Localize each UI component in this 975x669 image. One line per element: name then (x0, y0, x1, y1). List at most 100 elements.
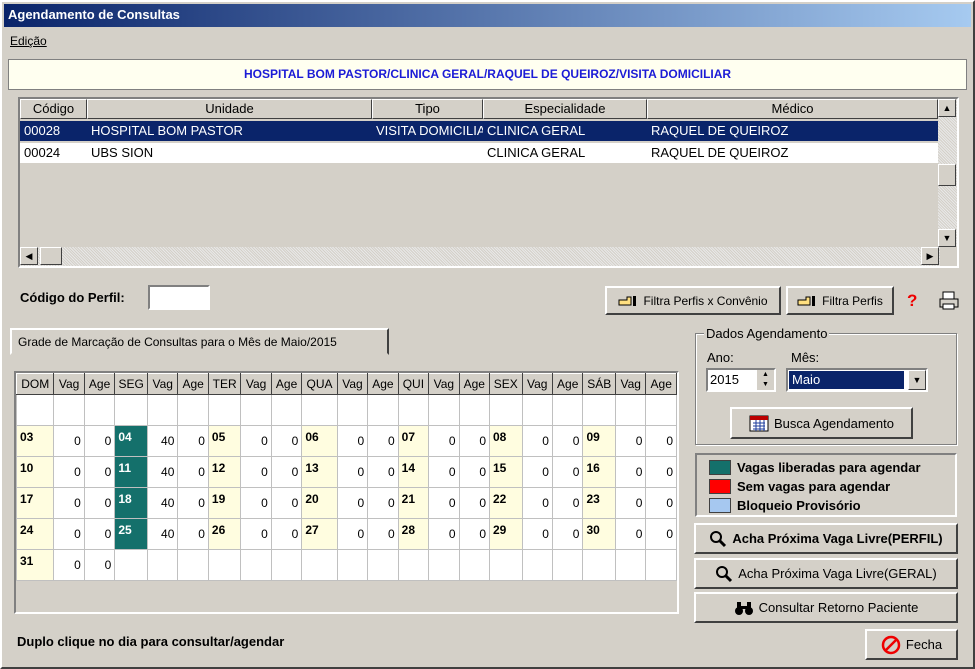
calendar-count-cell: 0 (240, 456, 272, 488)
calendar-empty-cell (336, 394, 369, 426)
calendar-day-cell[interactable]: 24 (16, 518, 55, 550)
calendar-day-cell[interactable]: 17 (16, 487, 55, 519)
calendar-day-cell[interactable]: 03 (16, 425, 55, 457)
table-row[interactable]: 00024 UBS SION CLINICA GERAL RAQUEL DE Q… (20, 143, 938, 163)
calendar-day-cell[interactable]: 30 (582, 518, 616, 550)
acha-perfil-label: Acha Próxima Vaga Livre(PERFIL) (732, 531, 943, 546)
col-codigo[interactable]: Código (20, 99, 87, 119)
horizontal-scrollbar[interactable]: ◀ ▶ (20, 247, 940, 266)
hscroll-thumb[interactable] (40, 247, 62, 265)
consultar-retorno-button[interactable]: Consultar Retorno Paciente (694, 592, 958, 623)
calendar-day-cell[interactable]: 22 (489, 487, 523, 519)
calendar-empty-cell (551, 549, 584, 581)
calendar-count-cell: 0 (83, 518, 116, 550)
dados-title: Dados Agendamento (704, 326, 830, 341)
calendar-header-cell: Vag (240, 373, 272, 395)
calendar-day-cell[interactable]: 29 (489, 518, 523, 550)
cell-codigo: 00024 (24, 145, 61, 160)
col-tipo[interactable]: Tipo (372, 99, 483, 119)
fecha-label: Fecha (905, 637, 943, 652)
calendar-day-cell[interactable]: 16 (582, 456, 616, 488)
calendar-header-cell: QUA (301, 373, 338, 395)
cell-codigo: 00028 (24, 123, 61, 138)
mes-value: Maio (789, 371, 904, 389)
calendar-day-cell[interactable]: 18 (114, 487, 149, 519)
col-medico[interactable]: Médico (647, 99, 938, 119)
chevron-down-icon[interactable]: ▼ (908, 370, 926, 390)
table-row[interactable]: 00028 HOSPITAL BOM PASTOR VISITA DOMICIL… (20, 121, 938, 141)
profiles-grid[interactable]: Código Unidade Tipo Especialidade Médico… (18, 97, 959, 268)
filtra-perfis-button[interactable]: Filtra Perfis (786, 286, 894, 315)
calendar-empty-cell (428, 394, 460, 426)
calendar-day-cell[interactable]: 08 (489, 425, 523, 457)
calendar-grid[interactable]: DOM Vag Age SEG Vag Age TER Vag Age QUA Vag Age QUI V… (14, 371, 679, 614)
calendar-count-cell: 0 (83, 549, 116, 581)
cell-especialidade: CLINICA GERAL (487, 123, 586, 138)
busca-label: Busca Agendamento (774, 415, 894, 431)
calendar-day-cell[interactable]: 20 (301, 487, 338, 519)
calendar-day-cell[interactable]: 28 (397, 518, 430, 550)
calendar-day-cell[interactable]: 05 (207, 425, 242, 457)
calendar-empty-cell (582, 394, 616, 426)
spinner-arrows-icon[interactable]: ▲ ▼ (757, 370, 774, 390)
fecha-button[interactable]: Fecha (865, 629, 958, 660)
calendar-day-cell[interactable]: 26 (207, 518, 242, 550)
help-icon[interactable]: ? (907, 291, 917, 311)
scroll-down-icon[interactable]: ▼ (938, 229, 956, 247)
calendar-day-cell[interactable]: 10 (16, 456, 55, 488)
calendar-day-cell[interactable]: 11 (114, 456, 149, 488)
calendar-day-cell[interactable]: 27 (301, 518, 338, 550)
calendar-day-cell[interactable]: 13 (301, 456, 338, 488)
filtra-convenio-button[interactable]: Filtra Perfis x Convênio (605, 286, 781, 315)
calendar-day-cell[interactable]: 04 (114, 425, 149, 457)
calendar-count-cell: 0 (367, 518, 399, 550)
calendar-empty-cell (177, 549, 209, 581)
legend-swatch (709, 498, 731, 513)
profile-code-input[interactable] (148, 285, 210, 310)
calendar-day-cell[interactable]: 07 (397, 425, 430, 457)
printer-icon[interactable] (938, 291, 960, 311)
calendar-day-cell[interactable]: 25 (114, 518, 149, 550)
calendar-day-cell[interactable]: 23 (582, 487, 616, 519)
tab-grade-marcacao[interactable]: Grade de Marcação de Consultas para o Mê… (10, 328, 389, 355)
scroll-left-icon[interactable]: ◀ (20, 247, 38, 265)
calendar-empty-cell (614, 394, 647, 426)
cell-tipo: VISITA DOMICILIAR (376, 123, 483, 138)
main-window: Agendamento de Consultas Edição HOSPITAL… (0, 0, 975, 669)
acha-vaga-perfil-button[interactable]: Acha Próxima Vaga Livre(PERFIL) (694, 523, 958, 554)
pointing-hand-icon (797, 295, 816, 306)
calendar-day-cell[interactable]: 21 (397, 487, 430, 519)
scroll-up-icon[interactable]: ▲ (938, 99, 956, 117)
calendar-count-cell: 0 (53, 456, 85, 488)
calendar-count-cell: 0 (83, 425, 116, 457)
calendar-day-cell[interactable]: 12 (207, 456, 242, 488)
calendar-count-cell: 0 (521, 518, 553, 550)
scroll-right-icon[interactable]: ▶ (921, 247, 939, 265)
col-especialidade[interactable]: Especialidade (483, 99, 647, 119)
acha-vaga-geral-button[interactable]: Acha Próxima Vaga Livre(GERAL) (694, 558, 958, 589)
scroll-thumb[interactable] (938, 164, 956, 186)
calendar-day-cell[interactable]: 06 (301, 425, 338, 457)
col-unidade[interactable]: Unidade (87, 99, 372, 119)
calendar-count-cell: 0 (521, 487, 553, 519)
calendar-day-cell[interactable]: 31 (16, 549, 55, 581)
calendar-empty-cell (614, 549, 647, 581)
calendar-count-cell: 0 (177, 487, 209, 519)
vertical-scrollbar[interactable]: ▲ ▼ (938, 99, 957, 247)
calendar-count-cell: 0 (645, 487, 677, 519)
busca-agendamento-button[interactable]: Busca Agendamento (730, 407, 913, 439)
calendar-count-cell: 0 (428, 518, 460, 550)
filtra-perfis-label: Filtra Perfis (822, 293, 883, 308)
menu-edicao[interactable]: Edição (10, 34, 47, 48)
calendar-header-cell: Vag (147, 373, 179, 395)
calendar-day-cell[interactable]: 19 (207, 487, 242, 519)
calendar-empty-cell (397, 394, 430, 426)
calendar-day-cell[interactable]: 09 (582, 425, 616, 457)
calendar-day-cell[interactable]: 14 (397, 456, 430, 488)
ano-spinner[interactable]: 2015 ▲ ▼ (706, 368, 776, 392)
status-text: Duplo clique no dia para consultar/agend… (17, 634, 285, 649)
mes-select[interactable]: Maio ▼ (786, 368, 928, 392)
calendar-count-cell: 0 (614, 456, 647, 488)
calendar-day-cell[interactable]: 15 (489, 456, 523, 488)
calendar-empty-cell (367, 394, 399, 426)
